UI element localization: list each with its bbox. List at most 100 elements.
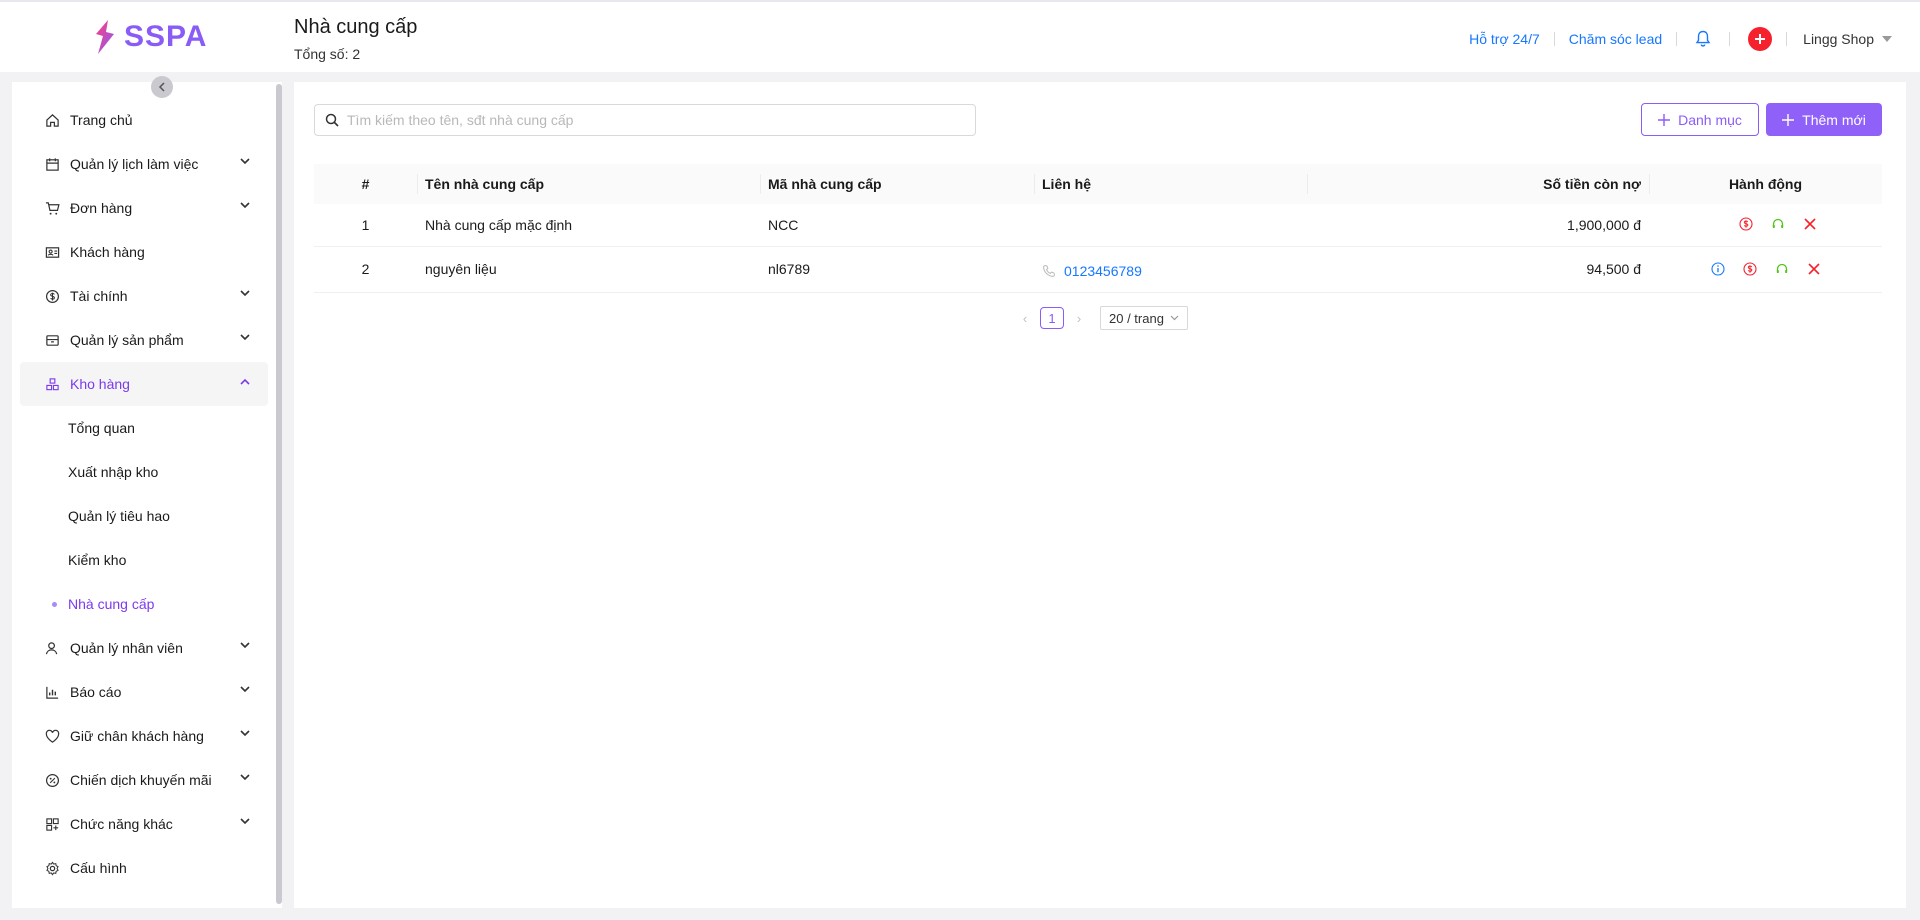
cart-icon [44, 200, 60, 216]
table-row: 1 Nhà cung cấp mặc định NCC 1,900,000 đ [314, 204, 1882, 247]
support-link[interactable]: Hỗ trợ 24/7 [1455, 31, 1554, 47]
sidebar-item-other-functions[interactable]: Chức năng khác [20, 802, 268, 846]
notification-bell-icon[interactable] [1677, 30, 1729, 48]
home-icon [44, 112, 60, 128]
sidebar-item-orders[interactable]: Đơn hàng [20, 186, 268, 230]
sidebar-item-finance[interactable]: Tài chính [20, 274, 268, 318]
chevron-down-icon [1170, 315, 1179, 321]
dollar-icon [44, 288, 60, 304]
chevron-down-icon [240, 290, 250, 297]
current-page-button[interactable]: 1 [1040, 307, 1064, 329]
quick-add-icon[interactable] [1748, 27, 1773, 51]
box-icon [44, 332, 60, 348]
category-button-label: Danh mục [1678, 111, 1742, 128]
user-menu[interactable]: Lingg Shop [1787, 31, 1892, 47]
submenu-item-consumption[interactable]: Quản lý tiêu hao [20, 494, 268, 538]
page-title: Nhà cung cấp [294, 16, 418, 38]
headset-icon[interactable] [1769, 215, 1787, 233]
sidebar-item-promotions[interactable]: Chiến dịch khuyến mãi [20, 758, 268, 802]
chevron-down-icon [240, 774, 250, 781]
phone-icon [1043, 264, 1056, 277]
table-header-row: # Tên nhà cung cấp Mã nhà cung cấp Liên … [314, 164, 1882, 204]
search-input[interactable] [347, 112, 947, 128]
row-actions [1649, 246, 1882, 293]
sidebar-item-reports[interactable]: Báo cáo [20, 670, 268, 714]
sidebar-item-retention[interactable]: Giữ chân khách hàng [20, 714, 268, 758]
submenu-item-suppliers[interactable]: Nhà cung cấp [20, 582, 268, 626]
collapse-sidebar-button[interactable] [151, 76, 173, 98]
heart-icon [44, 728, 60, 744]
brand-name: SSPA [124, 20, 208, 53]
delete-icon[interactable] [1801, 215, 1819, 233]
headset-icon[interactable] [1773, 260, 1791, 278]
supplier-contact: 0123456789 [1034, 246, 1307, 293]
chevron-down-icon [240, 818, 250, 825]
sidebar-item-label: Chiến dịch khuyến mãi [70, 772, 212, 788]
sidebar-item-label: Khách hàng [70, 244, 145, 260]
sidebar: Trang chủ Quản lý lịch làm việc Đơn hàng… [12, 76, 282, 908]
caret-down-icon [1882, 36, 1892, 42]
chevron-down-icon [240, 686, 250, 693]
chevron-down-icon [240, 334, 250, 341]
column-header-contact: Liên hệ [1034, 164, 1307, 204]
delete-icon[interactable] [1805, 260, 1823, 278]
logo[interactable]: SSPA [94, 20, 207, 54]
user-name: Lingg Shop [1803, 31, 1874, 47]
sidebar-item-label: Chức năng khác [70, 816, 173, 832]
plus-icon [1782, 113, 1795, 126]
supplier-code: nl6789 [760, 246, 1034, 293]
customer-card-icon [44, 244, 60, 260]
sidebar-item-schedule[interactable]: Quản lý lịch làm việc [20, 142, 268, 186]
sidebar-scrollbar[interactable] [276, 84, 282, 904]
main-content: Danh mục Thêm mới # Tên nhà cung cấp Mã … [294, 82, 1906, 908]
sidebar-item-label: Đơn hàng [70, 200, 133, 216]
chevron-left-icon [158, 82, 165, 92]
submenu-item-stocktake[interactable]: Kiểm kho [20, 538, 268, 582]
chevron-down-icon [240, 158, 250, 165]
submenu-item-stock-io[interactable]: Xuất nhập kho [20, 450, 268, 494]
column-header-debt: Số tiền còn nợ [1307, 164, 1649, 204]
table-row: 2 nguyên liệu nl6789 0123456789 94,500 đ [314, 246, 1882, 293]
add-new-button-label: Thêm mới [1802, 111, 1866, 128]
row-index: 1 [314, 204, 417, 247]
page-size-value: 20 / trang [1109, 310, 1164, 326]
supplier-name: nguyên liệu [417, 246, 760, 293]
settings-icon [44, 860, 60, 876]
sidebar-item-customers[interactable]: Khách hàng [20, 230, 268, 274]
supplier-debt: 1,900,000 đ [1307, 204, 1649, 247]
column-header-code: Mã nhà cung cấp [760, 164, 1034, 204]
supplier-contact [1034, 204, 1307, 247]
supplier-name: Nhà cung cấp mặc định [417, 204, 760, 247]
info-icon[interactable] [1709, 260, 1727, 278]
calendar-icon [44, 156, 60, 172]
sidebar-item-label: Quản lý sản phẩm [70, 332, 184, 348]
lead-care-link[interactable]: Chăm sóc lead [1555, 31, 1676, 47]
next-page-icon[interactable]: › [1072, 311, 1086, 326]
page-size-select[interactable]: 20 / trang [1100, 306, 1188, 330]
sidebar-item-label: Báo cáo [70, 684, 122, 700]
logo-mark-icon [96, 20, 114, 54]
chevron-down-icon [240, 730, 250, 737]
search-box[interactable] [314, 104, 976, 136]
payment-dollar-icon[interactable] [1737, 215, 1755, 233]
sidebar-item-label: Quản lý nhân viên [70, 640, 183, 656]
submenu-item-overview[interactable]: Tổng quan [20, 406, 268, 450]
sidebar-item-home[interactable]: Trang chủ [20, 98, 268, 142]
payment-dollar-icon[interactable] [1741, 260, 1759, 278]
header-actions: Hỗ trợ 24/7 Chăm sóc lead Lingg Shop [1455, 24, 1892, 54]
phone-link[interactable]: 0123456789 [1042, 257, 1142, 279]
sidebar-item-warehouse[interactable]: Kho hàng [20, 362, 268, 406]
sidebar-item-label: Trang chủ [70, 112, 133, 128]
phone-number: 0123456789 [1064, 263, 1142, 279]
sidebar-item-staff[interactable]: Quản lý nhân viên [20, 626, 268, 670]
plus-icon [1658, 113, 1671, 126]
category-button[interactable]: Danh mục [1641, 103, 1759, 136]
prev-page-icon[interactable]: ‹ [1018, 311, 1032, 326]
add-new-button[interactable]: Thêm mới [1766, 103, 1882, 136]
sidebar-item-products[interactable]: Quản lý sản phẩm [20, 318, 268, 362]
supplier-debt: 94,500 đ [1307, 246, 1649, 293]
search-icon [325, 113, 339, 127]
row-actions [1649, 204, 1882, 247]
sidebar-item-settings[interactable]: Cấu hình [20, 846, 268, 890]
pagination: ‹ 1 › 20 / trang [1018, 306, 1188, 330]
